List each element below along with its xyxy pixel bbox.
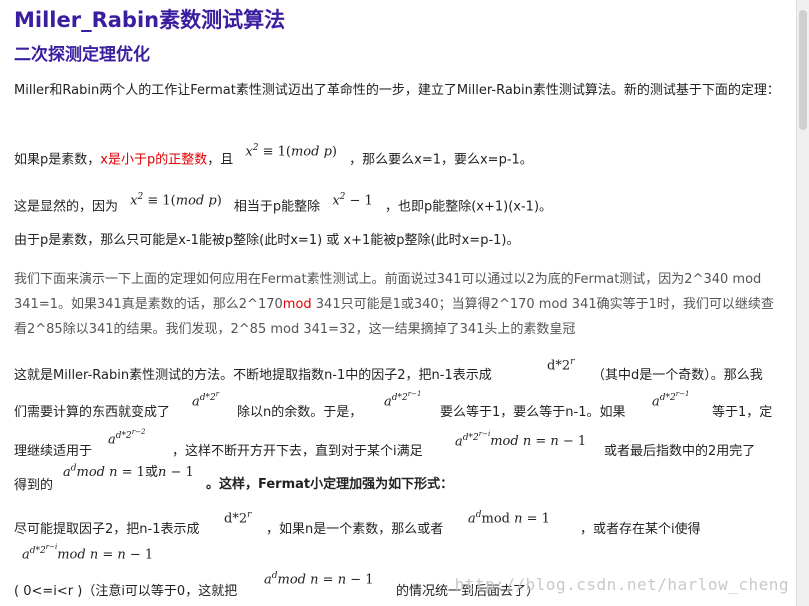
- example-highlight: mod: [282, 297, 312, 312]
- example-paragraph: 我们下面来演示一下上面的定理如何应用在Fermat素性测试上。前面说过341可以…: [14, 267, 781, 342]
- theorem-text-a: 如果p是素数，: [14, 152, 101, 168]
- formula-a-power-r-1-b: ad*2r−1: [652, 390, 690, 410]
- formula-a-d-mod: admod n = 1或n − 1: [63, 463, 194, 480]
- scrollbar-thumb[interactable]: [799, 10, 807, 130]
- method-text-e2: 理继续适用于: [14, 444, 93, 459]
- method-text-a: 这就是Miller-Rabin素性测试的方法。不断地提取指数n-1中的因子2，把…: [14, 368, 492, 383]
- formula-x2-minus-1: x2 − 1: [332, 192, 373, 209]
- strong-text-c: ，或者存在某个i使得: [580, 522, 701, 537]
- method-text-g2: 得到的: [14, 478, 54, 493]
- page-title: Miller_Rabin素数测试算法: [14, 8, 286, 32]
- formula-a-power-r-1: ad*2r−1: [384, 390, 422, 410]
- intro-paragraph: Miller和Rabin两个人的工作让Fermat素性测试迈出了革命性的一步，建…: [14, 83, 780, 98]
- watermark: http://blog.csdn.net/harlow_cheng: [454, 575, 789, 594]
- formula-a-d-mod-n-1: admod n = 1: [468, 510, 550, 527]
- formula-x2-mod-p: x2 ≡ 1(mod p): [245, 143, 337, 160]
- formula-d-2r: d*2r: [547, 357, 575, 374]
- final-text-a: ( 0<=i<r )（注意i可以等于0，这就把: [14, 584, 238, 599]
- method-text-f: ，这样不断开方开下去，直到对于某个i满足: [172, 444, 423, 459]
- proof-paragraph: 这是显然的，因为 x2 ≡ 1(mod p) 相当于p能整除 x2 − 1 ，也…: [14, 192, 781, 217]
- formula-a-power-r-2: ad*2r−2: [108, 428, 146, 448]
- theorem-text-c: ，那么要么x=1，要么x=p-1。: [349, 152, 533, 168]
- method-text-h: 。这样，Fermat小定理加强为如下形式：: [206, 474, 453, 495]
- method-text-b2: 们需要计算的东西就变成了: [14, 405, 171, 420]
- proof-text-a: 这是显然的，因为: [14, 199, 119, 215]
- strong-text-b: ，如果n是一个素数，那么或者: [266, 522, 444, 537]
- formula-a-power-r-i-b: ad*2r−imod n = n − 1: [22, 543, 154, 563]
- strong-text-a: 尽可能提取因子2，把n-1表示成: [14, 522, 200, 537]
- theorem-highlight: x是小于p的正整数: [100, 152, 208, 168]
- formula-d-2r-b: d*2r: [224, 510, 252, 527]
- method-text-e1: 等于1，定: [712, 405, 773, 420]
- formula-a-power: ad*2r: [192, 390, 220, 410]
- method-text-b1: （其中d是一个奇数）。那么我: [592, 368, 763, 383]
- article: Miller_Rabin素数测试算法 二次探测定理优化 Miller和Rabin…: [0, 0, 809, 606]
- section-subtitle: 二次探测定理优化: [14, 45, 150, 65]
- method-text-c: 除以n的余数。于是，: [237, 405, 363, 420]
- proof-text-c: ，也即p能整除(x+1)(x-1)。: [384, 199, 553, 215]
- vertical-scrollbar[interactable]: [796, 0, 809, 606]
- formula-x2-mod-p-2: x2 ≡ 1(mod p): [130, 192, 222, 209]
- formula-a-power-r-i: ad*2r−imod n = n − 1: [455, 430, 587, 450]
- formula-a-d-mod-n-minus-1: admod n = n − 1: [264, 571, 374, 588]
- theorem-paragraph: 如果p是素数，x是小于p的正整数，且 x2 ≡ 1(mod p) ，那么要么x=…: [14, 143, 781, 170]
- method-bold: 。这样，Fermat小定理加强为如下形式：: [206, 477, 454, 492]
- method-text-d: 要么等于1，要么等于n-1。如果: [440, 405, 626, 420]
- conclusion-paragraph: 由于p是素数，那么只可能是x-1能被p整除(此时x=1) 或 x+1能被p整除(…: [14, 233, 520, 248]
- proof-text-b: 相当于p能整除: [233, 199, 321, 215]
- theorem-text-b: ，且: [207, 152, 234, 168]
- method-text-g1: 或者最后指数中的2用完了: [604, 444, 756, 459]
